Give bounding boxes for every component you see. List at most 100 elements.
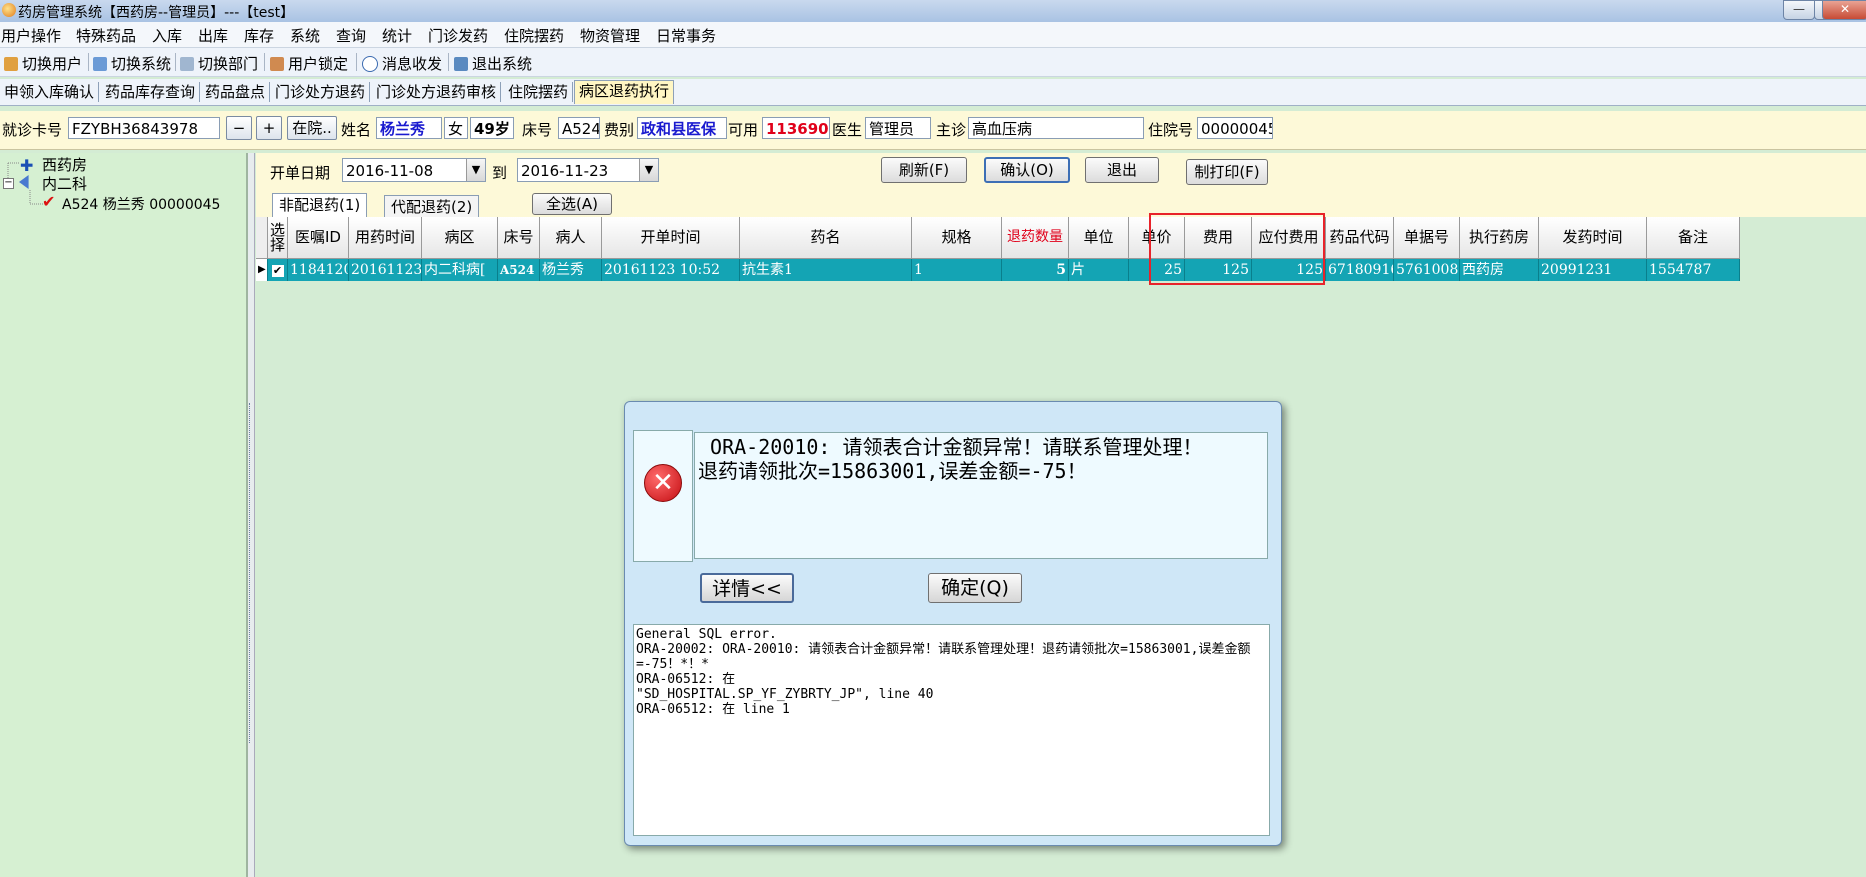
minus-button[interactable]: − <box>226 116 252 140</box>
col-drug-code[interactable]: 药品代码 <box>1326 217 1394 259</box>
lock-user-button[interactable]: 用户锁定 <box>270 53 348 74</box>
cell-doc-no[interactable]: 5761008 <box>1394 259 1460 281</box>
switch-user-label: 切换用户 <box>22 55 83 73</box>
col-return-qty[interactable]: 退药数量 <box>1002 217 1069 259</box>
exit-button[interactable]: 退出 <box>1085 157 1159 183</box>
tab-requisition-confirm[interactable]: 申领入库确认 <box>0 82 100 102</box>
col-order-time[interactable]: 开单时间 <box>602 217 740 259</box>
refresh-button[interactable]: 刷新(F) <box>881 157 967 183</box>
splitter[interactable] <box>248 153 255 877</box>
cell-unit[interactable]: 片 <box>1069 259 1129 281</box>
tab-proxy-return[interactable]: 代配退药(2) <box>384 195 480 218</box>
menu-stock-out[interactable]: 出库 <box>198 25 228 46</box>
switch-user-button[interactable]: 切换用户 <box>4 53 82 74</box>
menu-statistics[interactable]: 统计 <box>382 25 412 46</box>
cell-payable-fee[interactable]: 125 <box>1252 259 1326 281</box>
col-unit[interactable]: 单位 <box>1069 217 1129 259</box>
col-select[interactable]: 选择 <box>268 217 288 259</box>
app-icon <box>2 3 16 17</box>
ok-button[interactable]: 确定(Q) <box>928 573 1022 603</box>
col-dispense-time[interactable]: 发药时间 <box>1539 217 1647 259</box>
cell-patient[interactable]: 杨兰秀 <box>540 259 602 281</box>
col-payable-fee[interactable]: 应付费用 <box>1252 217 1326 259</box>
tree-patient-label[interactable]: A524 杨兰秀 00000045 <box>62 194 220 214</box>
tree-ward-label[interactable]: 内二科 <box>42 173 87 194</box>
chevron-down-icon[interactable]: ▼ <box>466 159 485 181</box>
row-pointer-icon: ▶ <box>256 259 268 281</box>
menu-daily-affairs[interactable]: 日常事务 <box>656 25 716 46</box>
menu-inventory[interactable]: 库存 <box>244 25 274 46</box>
col-remark[interactable]: 备注 <box>1647 217 1740 259</box>
menu-inpatient-dispense[interactable]: 住院摆药 <box>504 25 564 46</box>
cell-fee[interactable]: 125 <box>1185 259 1252 281</box>
switch-system-button[interactable]: 切换系统 <box>93 53 171 74</box>
message-icon <box>362 55 378 72</box>
exit-system-button[interactable]: 退出系统 <box>454 53 532 74</box>
col-unit-price[interactable]: 单价 <box>1129 217 1185 259</box>
col-spec[interactable]: 规格 <box>912 217 1002 259</box>
diagnosis-field: 高血压病 <box>968 117 1144 139</box>
close-button[interactable]: ✕ <box>1822 0 1866 20</box>
available-amount-field: 113690. <box>762 117 830 139</box>
cell-drug-name[interactable]: 抗生素1 <box>740 259 912 281</box>
plus-button[interactable]: + <box>256 116 282 140</box>
in-hospital-button[interactable]: 在院.. <box>287 116 337 140</box>
menu-stock-in[interactable]: 入库 <box>152 25 182 46</box>
cell-exec-pharmacy[interactable]: 西药房 <box>1460 259 1539 281</box>
end-date-picker[interactable]: 2016-11-23 ▼ <box>517 158 659 182</box>
cell-return-qty[interactable]: 5 <box>1002 259 1069 281</box>
menu-query[interactable]: 查询 <box>336 25 366 46</box>
print-button[interactable]: 制打印(F) <box>1186 159 1268 185</box>
card-number-field[interactable]: FZYBH36843978 <box>68 117 220 139</box>
tab-outpatient-return[interactable]: 门诊处方退药 <box>271 82 371 102</box>
cell-remark[interactable]: 1554787 <box>1647 259 1740 281</box>
start-date-value: 2016-11-08 <box>346 162 434 180</box>
cell-med-time[interactable]: 20161123 <box>349 259 422 281</box>
select-all-button[interactable]: 全选(A) <box>532 193 612 215</box>
module-tabs: 申领入库确认 药品库存查询 药品盘点 门诊处方退药 门诊处方退药审核 住院摆药 … <box>0 79 1866 106</box>
col-exec-pharmacy[interactable]: 执行药房 <box>1460 217 1539 259</box>
menu-system[interactable]: 系统 <box>290 25 320 46</box>
col-doc-no[interactable]: 单据号 <box>1394 217 1460 259</box>
switch-dept-button[interactable]: 切换部门 <box>180 53 258 74</box>
chevron-down-icon[interactable]: ▼ <box>639 159 658 181</box>
row-checkbox[interactable]: ✔ <box>268 259 288 281</box>
tab-ward-return-exec[interactable]: 病区退药执行 <box>574 80 675 104</box>
col-order-id[interactable]: 医嘱ID <box>288 217 349 259</box>
col-drug-name[interactable]: 药名 <box>740 217 912 259</box>
message-button[interactable]: 消息收发 <box>362 53 442 74</box>
col-med-time[interactable]: 用药时间 <box>349 217 422 259</box>
col-bed[interactable]: 床号 <box>498 217 540 259</box>
tab-stock-query[interactable]: 药品库存查询 <box>101 82 201 102</box>
col-ward[interactable]: 病区 <box>422 217 498 259</box>
cell-order-id[interactable]: 11841200 <box>288 259 349 281</box>
splitter-grip <box>249 403 253 743</box>
confirm-button[interactable]: 确认(O) <box>984 157 1070 183</box>
menu-user-ops[interactable]: 用户操作 <box>1 25 61 46</box>
cell-spec[interactable]: 1 <box>912 259 1002 281</box>
cell-order-time[interactable]: 20161123 10:52 <box>602 259 740 281</box>
cell-dispense-time[interactable]: 20991231 <box>1539 259 1647 281</box>
details-button[interactable]: 详情<< <box>700 573 794 603</box>
patient-sex-field: 女 <box>444 117 468 139</box>
tree-root-label[interactable]: 西药房 <box>42 154 87 175</box>
ward-tree: ✚ 西药房 − 内二科 ✔ A524 杨兰秀 00000045 <box>0 153 248 877</box>
cell-ward[interactable]: 内二科病[ <box>422 259 498 281</box>
start-date-picker[interactable]: 2016-11-08 ▼ <box>342 158 486 182</box>
menu-materials[interactable]: 物资管理 <box>580 25 640 46</box>
tab-inpatient-dispense[interactable]: 住院摆药 <box>504 82 574 102</box>
cell-drug-code[interactable]: 67180916 <box>1326 259 1394 281</box>
menu-special-drugs[interactable]: 特殊药品 <box>76 25 136 46</box>
minimize-button[interactable]: — <box>1783 0 1815 20</box>
diagnosis-label: 主诊 <box>936 121 967 139</box>
menu-outpatient-dispense[interactable]: 门诊发药 <box>428 25 488 46</box>
collapse-icon[interactable]: − <box>3 178 14 189</box>
cell-bed[interactable]: A524 <box>498 259 540 281</box>
col-fee[interactable]: 费用 <box>1185 217 1252 259</box>
name-label: 姓名 <box>341 121 372 139</box>
tab-outpatient-return-audit[interactable]: 门诊处方退药审核 <box>372 82 502 102</box>
tab-stocktaking[interactable]: 药品盘点 <box>201 82 271 102</box>
col-patient[interactable]: 病人 <box>540 217 602 259</box>
cell-unit-price[interactable]: 25 <box>1129 259 1185 281</box>
tab-non-dispensed-return[interactable]: 非配退药(1) <box>272 193 368 218</box>
